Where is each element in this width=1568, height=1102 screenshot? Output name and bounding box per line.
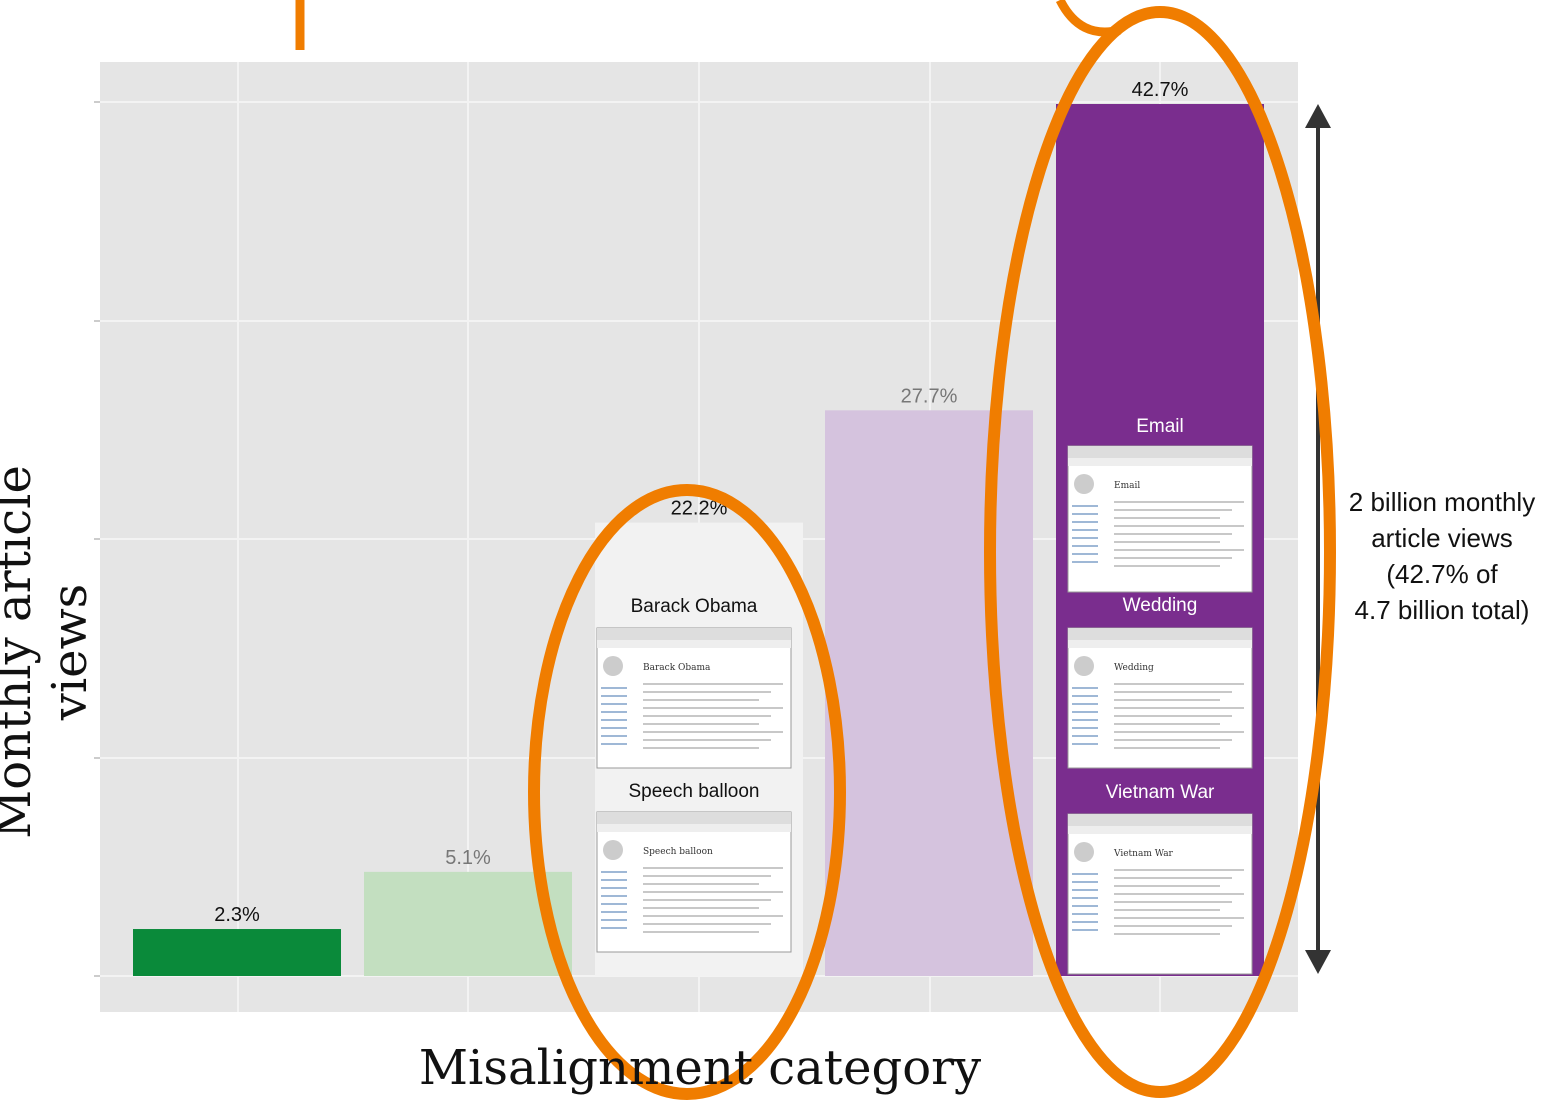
chart-stage: 2.3% 5.1% 22.2% 27.7% 42.7% Barack Obama Barac… [0, 0, 1568, 1102]
arrow-up-icon [1305, 104, 1331, 128]
thumbnail-address-bar [1068, 640, 1252, 648]
wikipedia-logo-icon [1074, 842, 1094, 862]
y-axis-label: Monthly article views [0, 465, 98, 839]
thumbnail-address-bar [597, 824, 791, 832]
article-thumbnail: Vietnam War [1067, 813, 1253, 975]
thumbnail-article-title: Speech balloon [643, 847, 713, 857]
thumbnail-address-bar [597, 640, 791, 648]
thumbnail-article-title: Barack Obama [643, 663, 711, 673]
thumbnail-article-title: Email [1114, 481, 1140, 491]
annotation-line: 2 billion monthly [1348, 487, 1536, 517]
article-thumbnail: Wedding [1067, 627, 1253, 769]
thumbnail-browser-bar [597, 628, 791, 640]
thumbnail-browser-bar [1068, 814, 1252, 826]
arrow-down-icon [1305, 950, 1331, 974]
wikipedia-logo-icon [1074, 656, 1094, 676]
thumbnail-address-bar [1068, 458, 1252, 466]
wikipedia-logo-icon [603, 840, 623, 860]
article-thumbnail: Speech balloon [596, 811, 792, 953]
thumbnail-address-bar [1068, 826, 1252, 834]
annotation-text: 2 billion monthly article views (42.7% o… [1312, 484, 1568, 628]
bar [133, 929, 341, 976]
wikipedia-logo-icon [603, 656, 623, 676]
thumbnail-caption: Wedding [1123, 595, 1198, 616]
thumbnail-caption: Speech balloon [629, 781, 760, 802]
x-axis-label: Misalignment category [418, 1040, 982, 1096]
bar-value-label: 27.7% [901, 385, 958, 407]
thumbnail-browser-bar [1068, 628, 1252, 640]
thumbnail-browser-bar [1068, 446, 1252, 458]
wikipedia-logo-icon [1074, 474, 1094, 494]
bar-value-label: 5.1% [445, 847, 491, 869]
thumbnail-article-title: Wedding [1114, 663, 1154, 673]
annotation-line: article views [1371, 523, 1513, 553]
thumbnail-article-title: Vietnam War [1113, 849, 1174, 859]
article-thumbnail: Email [1067, 445, 1253, 593]
annotation-line: (42.7% of [1386, 559, 1498, 589]
thumbnail-caption: Barack Obama [631, 596, 758, 617]
bar-value-label: 42.7% [1132, 79, 1189, 101]
thumbnail-caption: Vietnam War [1106, 782, 1215, 803]
annotation-line: 4.7 billion total) [1354, 595, 1530, 625]
article-thumbnail: Barack Obama [596, 627, 792, 769]
bar-value-label: 2.3% [214, 904, 260, 926]
thumbnail-browser-bar [597, 812, 791, 824]
thumbnail-caption: Email [1136, 416, 1184, 437]
